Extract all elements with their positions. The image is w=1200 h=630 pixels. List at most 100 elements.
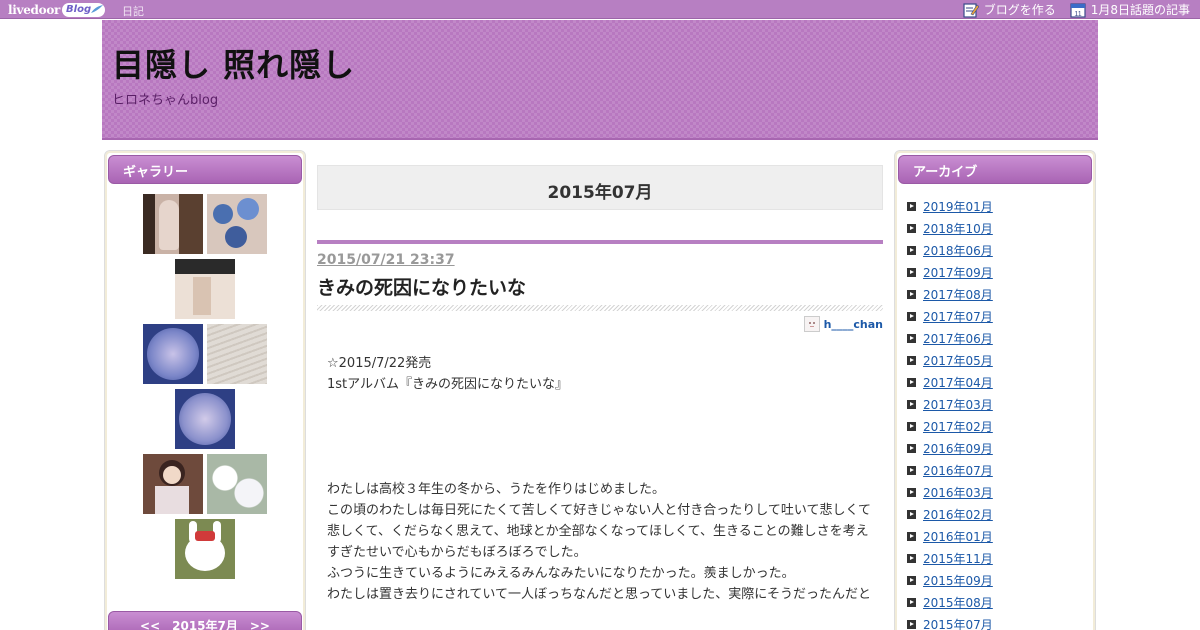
gallery-heading: ギャラリー bbox=[108, 155, 302, 184]
author-avatar-icon bbox=[803, 316, 820, 332]
archive-link[interactable]: 2016年03月 bbox=[923, 484, 993, 501]
archive-item: 2017年03月 bbox=[907, 393, 993, 415]
archive-link[interactable]: 2016年09月 bbox=[923, 440, 993, 457]
bullet-icon bbox=[907, 487, 916, 497]
archive-link[interactable]: 2017年09月 bbox=[923, 264, 993, 281]
post-spacer bbox=[327, 395, 887, 479]
calendar-day: 11 bbox=[1074, 11, 1081, 18]
archive-link[interactable]: 2018年10月 bbox=[923, 220, 993, 237]
archive-item: 2017年08月 bbox=[907, 283, 993, 305]
post-author[interactable]: h____chan bbox=[803, 316, 883, 332]
post-divider bbox=[317, 240, 883, 244]
archive-link[interactable]: 2017年02月 bbox=[923, 418, 993, 435]
archive-link[interactable]: 2017年04月 bbox=[923, 374, 993, 391]
bullet-icon bbox=[907, 223, 916, 233]
archive-link[interactable]: 2017年03月 bbox=[923, 396, 993, 413]
archive-link[interactable]: 2017年06月 bbox=[923, 330, 993, 347]
logo-badge-text: Blog bbox=[66, 3, 92, 15]
calendar-icon: 11 bbox=[1070, 2, 1086, 18]
archive-link[interactable]: 2016年02月 bbox=[923, 506, 993, 523]
archive-link[interactable]: 2017年07月 bbox=[923, 308, 993, 325]
post-line: 悲しくて、くだらなく思えて、地球とか全部なくなってほしくて、生きることの難しさを… bbox=[327, 524, 869, 539]
blog-title[interactable]: 目隠し 照れ隠し bbox=[112, 40, 355, 86]
gallery-thumb-blue-disc-2[interactable] bbox=[175, 389, 235, 449]
title-underline bbox=[317, 305, 883, 311]
archive-item: 2016年01月 bbox=[907, 525, 993, 547]
month-heading: 2015年07月 bbox=[317, 165, 883, 210]
archive-item: 2017年05月 bbox=[907, 349, 993, 371]
bullet-icon bbox=[907, 399, 916, 409]
gallery-row bbox=[105, 324, 305, 384]
archive-link[interactable]: 2017年08月 bbox=[923, 286, 993, 303]
post-line: すぎたせいで心もからだもぼろぼろでした。 bbox=[327, 545, 587, 560]
archive-item: 2015年07月 bbox=[907, 613, 993, 630]
gallery-thumb-girl-dress[interactable] bbox=[143, 194, 203, 254]
post-line: 1stアルバム『きみの死因になりたいな』 bbox=[327, 377, 569, 392]
trending-link[interactable]: 11 1月8日話題の記事 bbox=[1070, 1, 1190, 18]
bullet-icon bbox=[907, 575, 916, 585]
post-date[interactable]: 2015/07/21 23:37 bbox=[317, 252, 455, 268]
logo-badge: Blog bbox=[62, 2, 106, 17]
post-body: ☆2015/7/22発売 1stアルバム『きみの死因になりたいな』 わたしは高校… bbox=[327, 353, 887, 605]
gallery-thumb-paper[interactable] bbox=[207, 324, 267, 384]
gallery-thumb-flowers[interactable] bbox=[207, 454, 267, 514]
edit-blog-icon bbox=[963, 2, 979, 18]
bullet-icon bbox=[907, 421, 916, 431]
archive-link[interactable]: 2015年08月 bbox=[923, 594, 993, 611]
archive-item: 2017年06月 bbox=[907, 327, 993, 349]
trending-label: 1月8日話題の記事 bbox=[1090, 3, 1190, 17]
archive-item: 2017年02月 bbox=[907, 415, 993, 437]
archive-link[interactable]: 2016年01月 bbox=[923, 528, 993, 545]
create-blog-label: ブログを作る bbox=[983, 3, 1056, 17]
archive-link[interactable]: 2018年06月 bbox=[923, 242, 993, 259]
gallery bbox=[105, 194, 305, 584]
gallery-row bbox=[105, 454, 305, 514]
archive-item: 2016年03月 bbox=[907, 481, 993, 503]
archive-item: 2017年07月 bbox=[907, 305, 993, 327]
gallery-row bbox=[105, 389, 305, 449]
bullet-icon bbox=[907, 509, 916, 519]
livedoor-blog-logo[interactable]: livedoor Blog bbox=[8, 1, 106, 18]
archive-item: 2016年02月 bbox=[907, 503, 993, 525]
archive-item: 2016年07月 bbox=[907, 459, 993, 481]
blog-subtitle: ヒロネちゃんblog bbox=[112, 93, 219, 108]
blog-header: 目隠し 照れ隠し ヒロネちゃんblog bbox=[102, 20, 1098, 140]
archive-link[interactable]: 2015年11月 bbox=[923, 550, 993, 567]
author-name: h____chan bbox=[823, 317, 883, 331]
left-sidebar: ギャラリー << 2015年7月 >> bbox=[104, 150, 306, 630]
archive-item: 2015年09月 bbox=[907, 569, 993, 591]
calendar-nav[interactable]: << 2015年7月 >> bbox=[108, 611, 302, 630]
post-title[interactable]: きみの死因になりたいな bbox=[317, 273, 526, 300]
archive-item: 2018年10月 bbox=[907, 217, 993, 239]
gallery-thumb-concert[interactable] bbox=[175, 259, 235, 319]
bullet-icon bbox=[907, 355, 916, 365]
bullet-icon bbox=[907, 245, 916, 255]
diary-link[interactable]: 日記 bbox=[122, 3, 144, 19]
post-line: わたしは高校３年生の冬から、うたを作りはじめました。 bbox=[327, 482, 666, 497]
gallery-thumb-blue-disc[interactable] bbox=[143, 324, 203, 384]
archive-link[interactable]: 2015年07月 bbox=[923, 616, 993, 630]
gallery-thumb-bunny[interactable] bbox=[175, 519, 235, 579]
archive-item: 2017年04月 bbox=[907, 371, 993, 393]
archive-list: 2019年01月 2018年10月 2018年06月 2017年09月 2017… bbox=[907, 195, 993, 630]
create-blog-link[interactable]: ブログを作る bbox=[963, 1, 1056, 18]
archive-link[interactable]: 2015年09月 bbox=[923, 572, 993, 589]
bullet-icon bbox=[907, 531, 916, 541]
archive-link[interactable]: 2019年01月 bbox=[923, 198, 993, 215]
bullet-icon bbox=[907, 267, 916, 277]
gallery-row bbox=[105, 519, 305, 579]
gallery-row bbox=[105, 259, 305, 319]
bullet-icon bbox=[907, 465, 916, 475]
gallery-row bbox=[105, 194, 305, 254]
bullet-icon bbox=[907, 333, 916, 343]
gallery-thumb-cd-discs[interactable] bbox=[207, 194, 267, 254]
gallery-thumb-portrait[interactable] bbox=[143, 454, 203, 514]
archive-link[interactable]: 2016年07月 bbox=[923, 462, 993, 479]
post-line: ☆2015/7/22発売 bbox=[327, 356, 432, 371]
archive-item: 2019年01月 bbox=[907, 195, 993, 217]
archive-link[interactable]: 2017年05月 bbox=[923, 352, 993, 369]
top-bar: livedoor Blog 日記 ブログを作る 11 1月8日話題の記事 bbox=[0, 0, 1200, 19]
bullet-icon bbox=[907, 553, 916, 563]
bullet-icon bbox=[907, 311, 916, 321]
archive-item: 2018年06月 bbox=[907, 239, 993, 261]
